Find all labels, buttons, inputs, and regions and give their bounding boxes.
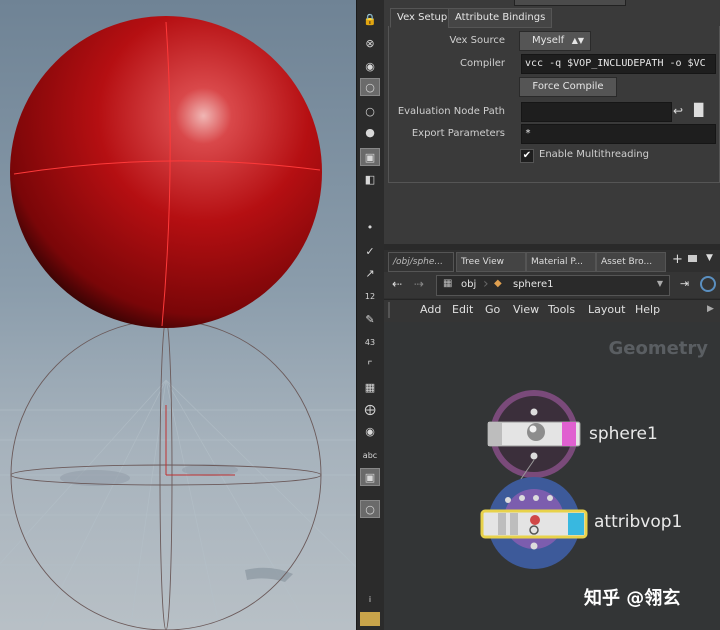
pin-pane-icon[interactable]: ⇥ [680,277,689,290]
number-43-label: 43 [364,337,376,347]
tab-network[interactable]: /obj/sphe... [388,252,454,272]
path-sphere1[interactable]: sphere1 [513,279,553,290]
multithread-checkbox[interactable]: ✔ [520,149,534,163]
node-label-attribvop1[interactable]: attribvop1 [594,512,682,532]
top-field[interactable] [514,0,626,6]
wireframe-icon[interactable]: ◧ [360,170,380,188]
bulb-icon[interactable]: ○ [360,102,380,120]
force-compile-button[interactable]: Force Compile [519,77,617,97]
multithread-label: Enable Multithreading [539,149,649,160]
check-icon[interactable]: ✓ [360,242,380,260]
info-label: i [368,594,372,604]
bulb-icon[interactable]: ○ [360,500,380,518]
bulb-icon[interactable]: ● [360,123,380,141]
node-chooser-icon[interactable]: █ [694,103,703,117]
brush-icon[interactable]: ✎ [360,310,380,328]
number-12-label: 12 [364,291,376,301]
number-icon[interactable]: 12 [360,287,380,305]
lock-icon[interactable]: 🔒 [360,10,380,28]
network-menu-bar: Add Edit Go View Tools Layout Help ▶ [384,299,720,323]
path-field[interactable]: ▦ obj › ◆ sphere1 ▼ [436,275,670,296]
info-icon[interactable]: i [360,590,380,608]
viewport-toolbar: 🔒 ⊗ ◉ ○ ○ ● ▣ ◧ • ✓ ↗ 12 ✎ 43 ⌜ ▦ ⨁ ◉ ab… [356,0,385,630]
network-pane: /obj/sphe... Tree View Material P... Ass… [384,250,720,630]
geo-icon: ◆ [494,278,502,289]
camera-icon[interactable]: ▣ [360,148,380,166]
tab-asset-browser[interactable]: Asset Bro... [596,252,666,272]
back-arrow-icon[interactable]: ⇠ [392,277,402,291]
menu-tools[interactable]: Tools [548,303,575,316]
export-params-field[interactable]: * [521,124,716,144]
status-swatch [360,612,380,626]
eval-node-path-field[interactable] [521,102,672,122]
path-dropdown-icon[interactable]: ▼ [657,279,663,288]
watermark: 知乎 @翎玄 [584,588,681,609]
link-pane-icon[interactable] [700,276,716,292]
tab-vex-setup[interactable]: Vex Setup [390,8,455,28]
arrows-icon[interactable]: ⨁ [360,400,380,418]
eval-node-path-label: Evaluation Node Path [397,106,505,117]
corner-icon[interactable]: ⌜ [360,356,380,374]
menu-view[interactable]: View [513,303,539,316]
tab-tree-view[interactable]: Tree View [456,252,526,272]
menu-overflow-icon[interactable]: ▶ [707,304,714,314]
jump-arrow-icon[interactable]: ↩ [673,104,683,118]
pin-icon[interactable]: ↗ [360,264,380,282]
vex-source-label: Vex Source [449,35,505,46]
updown-arrows-icon: ▲▼ [571,36,584,45]
menu-add[interactable]: Add [420,303,441,316]
menu-go[interactable]: Go [485,303,500,316]
number-icon[interactable]: 43 [360,333,380,351]
light-icon[interactable]: ◉ [360,57,380,75]
sphere1-node [487,390,581,478]
parameter-pane: Vex Setup Attribute Bindings Vex Source … [384,0,720,244]
obj-icon: ▦ [443,278,453,289]
menu-layout[interactable]: Layout [588,303,625,316]
pane-dropdown-icon[interactable]: ▼ [706,253,713,263]
3d-viewport[interactable] [0,0,356,630]
dot-icon[interactable]: • [360,218,380,236]
image-icon[interactable]: ▣ [360,468,380,486]
abc-label: abc [362,450,378,460]
text-icon[interactable]: abc [360,446,380,464]
circle-icon[interactable]: ◉ [360,422,380,440]
menu-edit[interactable]: Edit [452,303,473,316]
compiler-field[interactable]: vcc -q $VOP_INCLUDEPATH -o $VC [521,54,716,74]
export-params-label: Export Parameters [411,128,505,139]
vex-source-value: Myself [532,35,565,46]
tab-attribute-bindings[interactable]: Attribute Bindings [448,8,553,28]
forward-arrow-icon[interactable]: ⇢ [414,277,424,291]
network-canvas[interactable]: Geometry sphere1 attribvop1 知乎 @翎玄 [384,322,720,630]
add-tab-icon[interactable]: + [672,252,683,267]
red-sphere [10,16,322,328]
grid-icon[interactable]: ▦ [360,378,380,396]
node-label-sphere1[interactable]: sphere1 [589,424,658,444]
vex-source-dropdown[interactable]: Myself ▲▼ [519,31,591,51]
attribvop1-node [480,477,588,569]
viewport-scene [0,16,356,630]
path-obj[interactable]: obj [461,279,476,290]
menu-handle [388,302,390,318]
bulb-icon[interactable]: ○ [360,78,380,96]
tab-material-palette[interactable]: Material P... [526,252,596,272]
path-separator-icon: › [483,276,489,292]
vex-setup-panel: Vex Source Myself ▲▼ Compiler vcc -q $VO… [388,26,720,183]
path-bar: ⇠ ⇢ ▦ obj › ◆ sphere1 ▼ ⇥ [384,272,720,298]
pane-menu-icon[interactable] [688,255,697,262]
compiler-label: Compiler [459,58,505,69]
stop-icon[interactable]: ⊗ [360,34,380,52]
menu-help[interactable]: Help [635,303,660,316]
ground-grid [0,379,356,630]
